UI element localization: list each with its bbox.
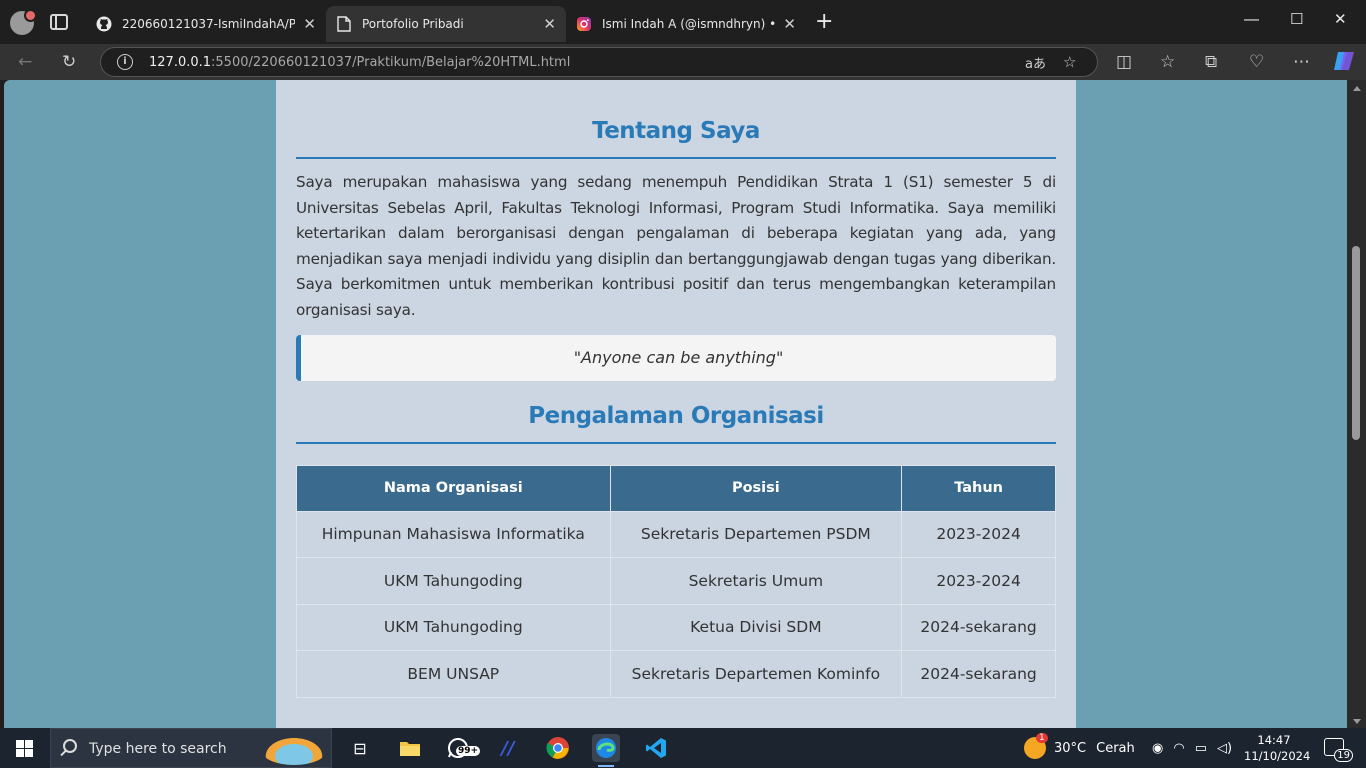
weather-temperature: 30°C [1054, 740, 1087, 756]
header-cell: Tahun [901, 464, 1056, 512]
about-title: Tentang Saya [592, 118, 760, 144]
tab-instagram[interactable]: Ismi Indah A (@ismndhryn) • Insta ✕ [566, 6, 806, 42]
tab-title: Portofolio Pribadi [362, 17, 464, 31]
vscode-icon[interactable] [642, 734, 670, 762]
table-cell: BEM UNSAP [296, 650, 611, 698]
quote-block: "Anyone can be anything" [296, 334, 1056, 381]
back-button[interactable]: ← [18, 52, 32, 72]
favorite-star-icon[interactable]: ☆ [1063, 53, 1076, 71]
minimize-button[interactable]: ― [1244, 10, 1259, 28]
weather-widget[interactable]: 1 30°C Cerah [1024, 728, 1135, 768]
close-icon[interactable]: ✕ [783, 15, 796, 33]
page-scrollbar[interactable] [1347, 80, 1366, 728]
windows-taskbar: Type here to search ⊟ 99+ // 1 30°C Cera… [0, 728, 1366, 768]
content-card: Tentang Saya Saya merupakan mahasiswa ya… [276, 80, 1076, 728]
weather-sun-icon: 1 [1024, 733, 1048, 759]
new-tab-button[interactable]: + [815, 11, 833, 33]
table-cell: 2024-sekarang [901, 650, 1056, 698]
edge-icon[interactable] [592, 734, 620, 767]
close-icon[interactable]: ✕ [303, 15, 316, 33]
table-row: UKM Tahungoding Sekretaris Umum 2023-202… [296, 557, 1056, 605]
notification-center-icon[interactable]: 19 [1324, 738, 1353, 762]
table-cell: Sekretaris Departemen Kominfo [609, 650, 903, 698]
organization-title: Pengalaman Organisasi [528, 402, 824, 429]
copilot-icon[interactable] [1332, 50, 1356, 77]
table-cell: 2023-2024 [901, 557, 1056, 605]
system-tray: ◉ ◠ ▭ ◁) [1152, 728, 1232, 768]
taskbar-search[interactable]: Type here to search [50, 728, 332, 768]
scroll-thumb[interactable] [1352, 246, 1360, 440]
refresh-button[interactable]: ↻ [62, 52, 76, 72]
taskbar-clock[interactable]: 14:47 11/10/2024 [1244, 732, 1311, 764]
clock-date: 11/10/2024 [1244, 749, 1311, 763]
weather-badge: 1 [1036, 733, 1048, 743]
organization-table: Nama Organisasi Posisi Tahun Himpunan Ma… [296, 464, 1056, 698]
meet-now-icon[interactable]: ◉ [1152, 741, 1163, 756]
table-row: UKM Tahungoding Ketua Divisi SDM 2024-se… [296, 603, 1056, 652]
browser-essentials-icon[interactable]: ♡ [1249, 52, 1264, 72]
table-cell: 2024-sekarang [901, 603, 1056, 652]
task-view-icon[interactable]: ⊟ [346, 734, 374, 762]
scroll-up-arrow-icon[interactable] [1353, 86, 1361, 91]
table-cell: UKM Tahungoding [296, 557, 611, 605]
split-screen-icon[interactable]: ◫ [1116, 52, 1132, 72]
notification-count: 19 [1334, 749, 1353, 762]
about-divider [296, 157, 1056, 159]
organization-divider [296, 441, 1056, 444]
more-menu-icon[interactable]: ⋯ [1293, 52, 1310, 72]
profile-avatar[interactable] [10, 9, 37, 35]
page-viewport: Tentang Saya Saya merupakan mahasiswa ya… [4, 80, 1347, 728]
tab-actions-icon[interactable] [50, 14, 68, 30]
search-placeholder: Type here to search [89, 741, 227, 757]
instagram-icon [576, 16, 592, 32]
collections-icon[interactable]: ⧉ [1205, 52, 1217, 72]
volume-icon[interactable]: ◁) [1217, 741, 1232, 756]
tab-github[interactable]: 220660121037-IsmiIndahA/PBW-I ✕ [86, 6, 326, 42]
address-bar[interactable]: i 127.0.0.1:5500/220660121037/Praktikum/… [100, 47, 1098, 77]
url-path: :5500/220660121037/Praktikum/Belajar%20H… [211, 55, 571, 70]
url-text[interactable]: 127.0.0.1:5500/220660121037/Praktikum/Be… [149, 55, 570, 70]
tab-title: 220660121037-IsmiIndahA/PBW-I [122, 17, 296, 31]
close-window-button[interactable]: ✕ [1334, 10, 1347, 28]
whatsapp-badge: 99+ [456, 746, 481, 756]
chrome-icon[interactable] [544, 734, 572, 762]
windows-start-icon[interactable] [16, 740, 33, 757]
table-cell: 2023-2024 [901, 510, 1056, 559]
table-cell: Sekretaris Umum [609, 557, 903, 605]
wifi-icon[interactable]: ◠ [1173, 741, 1184, 756]
file-explorer-icon[interactable] [396, 734, 424, 762]
table-cell: Ketua Divisi SDM [609, 603, 903, 652]
tab-strip: 220660121037-IsmiIndahA/PBW-I ✕ Portofol… [0, 0, 1366, 44]
github-icon [96, 16, 112, 32]
close-icon[interactable]: ✕ [543, 15, 556, 33]
header-cell: Posisi [609, 464, 903, 512]
search-icon [63, 739, 77, 753]
header-cell: Nama Organisasi [296, 464, 611, 512]
table-cell: Himpunan Mahasiswa Informatika [296, 510, 611, 559]
tab-portofolio[interactable]: Portofolio Pribadi ✕ [326, 6, 566, 42]
battery-icon[interactable]: ▭ [1195, 741, 1207, 756]
favorites-icon[interactable]: ☆ [1160, 52, 1175, 72]
info-icon[interactable]: i [117, 54, 133, 70]
table-row: Himpunan Mahasiswa Informatika Sekretari… [296, 510, 1056, 559]
search-highlight-image[interactable] [261, 735, 327, 765]
maximize-button[interactable]: ☐ [1290, 10, 1303, 28]
table-cell: Sekretaris Departemen PSDM [609, 510, 903, 559]
scroll-down-arrow-icon[interactable] [1353, 719, 1361, 724]
browser-toolbar: ← ↻ i 127.0.0.1:5500/220660121037/Prakti… [0, 44, 1366, 80]
table-header-row: Nama Organisasi Posisi Tahun [296, 464, 1056, 512]
read-aloud-icon[interactable]: aあ [1025, 53, 1046, 72]
table-cell: UKM Tahungoding [296, 603, 611, 652]
weather-description: Cerah [1096, 740, 1135, 756]
hash-app-icon[interactable]: // [494, 734, 522, 762]
whatsapp-icon[interactable]: 99+ [444, 734, 481, 762]
tab-title: Ismi Indah A (@ismndhryn) • Insta [602, 17, 775, 31]
url-host: 127.0.0.1 [149, 55, 212, 70]
page-icon [336, 16, 352, 32]
clock-time: 14:47 [1257, 733, 1291, 747]
about-paragraph: Saya merupakan mahasiswa yang sedang men… [296, 173, 1056, 319]
table-row: BEM UNSAP Sekretaris Departemen Kominfo … [296, 650, 1056, 698]
